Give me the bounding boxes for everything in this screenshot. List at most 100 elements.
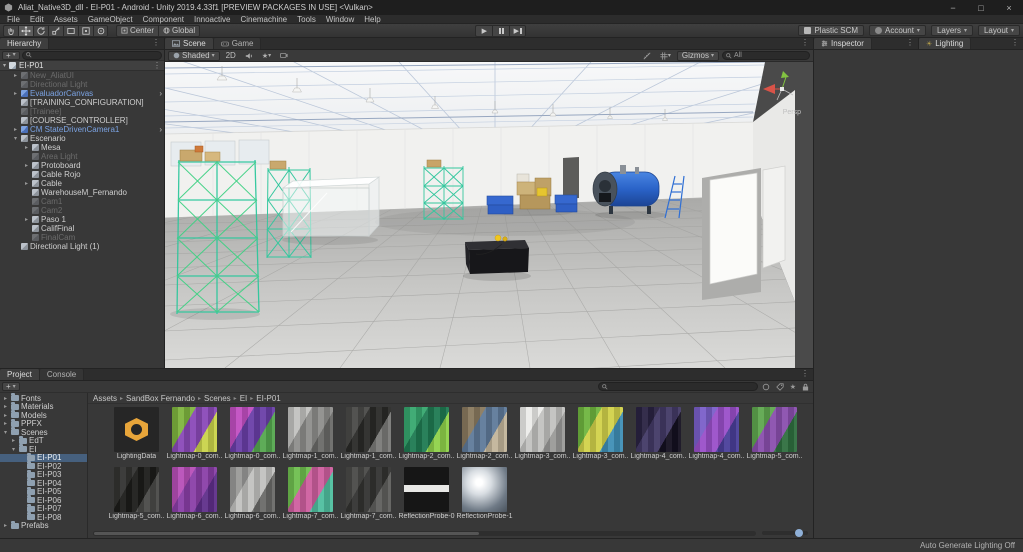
scene-header-menu-icon[interactable]: ⋮ bbox=[153, 61, 161, 70]
tab-project[interactable]: Project bbox=[0, 369, 40, 380]
scene-foldout-icon[interactable]: ▾ bbox=[3, 62, 6, 69]
layers-dropdown[interactable]: Layers ▾ bbox=[930, 25, 973, 36]
lock-icon[interactable] bbox=[800, 383, 811, 391]
hierarchy-item-protoboard[interactable]: ▸ Protoboard bbox=[0, 161, 164, 170]
hierarchy-search-field[interactable] bbox=[21, 50, 162, 60]
hierarchy-item-directional-light[interactable]: Directional Light bbox=[0, 80, 164, 89]
asset-lightmap-5-com[interactable]: Lightmap-5_com... bbox=[746, 407, 803, 464]
2d-toggle[interactable]: 2D bbox=[223, 51, 239, 61]
pivot-mode-button[interactable]: Center bbox=[116, 24, 159, 37]
custom-tool-button[interactable] bbox=[93, 24, 108, 37]
foldout-right-icon[interactable]: ▸ bbox=[2, 395, 9, 402]
menu-file[interactable]: File bbox=[2, 15, 25, 24]
horizontal-scrollbar[interactable] bbox=[93, 530, 756, 536]
window-maximize-button[interactable]: □ bbox=[967, 0, 995, 15]
foldout-right-icon[interactable]: ▸ bbox=[10, 437, 17, 444]
tab-console[interactable]: Console bbox=[39, 369, 85, 380]
breadcrumb-sandbox-fernando[interactable]: SandBox Fernando bbox=[126, 394, 195, 403]
breadcrumb-assets[interactable]: Assets bbox=[93, 394, 117, 403]
effects-dropdown[interactable]: ★ ▾ bbox=[259, 51, 274, 61]
folder-item-ei-p07[interactable]: EI-P07 bbox=[0, 503, 87, 513]
hierarchy-item-cam1[interactable]: Cam1 bbox=[0, 197, 164, 206]
hierarchy-item-training-configuration[interactable]: [TRAINING_CONFIGURATION] bbox=[0, 98, 164, 107]
hierarchy-item-evaluadorcanvas[interactable]: ▸ EvaluadorCanvas › bbox=[0, 89, 164, 98]
tab-scene[interactable]: Scene bbox=[165, 38, 214, 49]
asset-lightmap-3-com[interactable]: Lightmap-3_com... bbox=[572, 407, 629, 464]
layout-dropdown[interactable]: Layout ▾ bbox=[977, 25, 1021, 36]
pause-button[interactable] bbox=[492, 24, 510, 37]
audio-toggle[interactable] bbox=[242, 51, 256, 61]
asset-lightmap-2-com[interactable]: Lightmap-2_com... bbox=[398, 407, 455, 464]
folder-item-ei-p05[interactable]: EI-P05 bbox=[0, 486, 87, 496]
asset-lightmap-0-com[interactable]: Lightmap-0_com... bbox=[166, 407, 223, 464]
folder-item-ei-p06[interactable]: EI-P06 bbox=[0, 495, 87, 505]
project-search-field[interactable] bbox=[597, 382, 758, 391]
tab-game[interactable]: Game bbox=[213, 38, 262, 49]
menu-help[interactable]: Help bbox=[359, 15, 385, 24]
hand-tool-button[interactable] bbox=[3, 24, 18, 37]
scene-viewport[interactable]: Persp bbox=[165, 62, 813, 368]
hierarchy-scene-header[interactable]: ▾ EI-P01 ⋮ bbox=[0, 61, 164, 71]
asset-lightmap-2-com[interactable]: Lightmap-2_com... bbox=[456, 407, 513, 464]
tab-lighting[interactable]: ☀ Lighting bbox=[919, 38, 972, 49]
thumbnail-size-slider[interactable] bbox=[762, 529, 808, 537]
lighting-menu-icon[interactable]: ⋮ bbox=[1007, 37, 1023, 49]
search-by-label-icon[interactable] bbox=[774, 382, 786, 391]
pivot-rotation-button[interactable]: Global bbox=[158, 24, 201, 37]
hierarchy-item-mesa[interactable]: ▸ Mesa bbox=[0, 143, 164, 152]
account-dropdown[interactable]: Account ▾ bbox=[869, 25, 926, 36]
asset-lightmap-0-com[interactable]: Lightmap-0_com... bbox=[224, 407, 281, 464]
foldout-right-icon[interactable]: ▸ bbox=[12, 72, 19, 79]
hierarchy-item-area-light[interactable]: Area Light bbox=[0, 152, 164, 161]
breadcrumb-scenes[interactable]: Scenes bbox=[204, 394, 231, 403]
slider-knob[interactable] bbox=[795, 529, 803, 537]
prefab-open-arrow-icon[interactable]: › bbox=[159, 89, 162, 98]
hierarchy-item-course-controller[interactable]: [COURSE_CONTROLLER] bbox=[0, 116, 164, 125]
hierarchy-item-califfinal[interactable]: CalifFinal bbox=[0, 224, 164, 233]
hierarchy-item-cm-statedrivencamera1[interactable]: ▸ CM StateDrivenCamera1 › bbox=[0, 125, 164, 134]
project-panel-menu-icon[interactable]: ⋮ bbox=[797, 368, 813, 380]
folder-item-ei-p01[interactable]: EI-P01 bbox=[0, 452, 87, 462]
gizmos-dropdown[interactable]: Gizmos ▾ bbox=[676, 50, 719, 61]
asset-lightingdata[interactable]: LightingData bbox=[108, 407, 165, 464]
foldout-right-icon[interactable]: ▸ bbox=[2, 403, 9, 410]
window-minimize-button[interactable]: − bbox=[939, 0, 967, 15]
rect-tool-button[interactable] bbox=[63, 24, 78, 37]
window-close-button[interactable]: × bbox=[995, 0, 1023, 15]
folder-item-edt[interactable]: ▸ EdT bbox=[0, 435, 87, 445]
foldout-right-icon[interactable]: ▸ bbox=[23, 144, 30, 151]
hierarchy-panel-menu-icon[interactable]: ⋮ bbox=[148, 37, 164, 49]
menu-window[interactable]: Window bbox=[321, 15, 359, 24]
rotate-tool-button[interactable] bbox=[33, 24, 48, 37]
perspective-mode-label[interactable]: Persp bbox=[783, 109, 801, 116]
tab-hierarchy[interactable]: Hierarchy bbox=[0, 38, 50, 49]
asset-lightmap-5-com[interactable]: Lightmap-5_com... bbox=[108, 467, 165, 524]
foldout-right-icon[interactable]: ▸ bbox=[23, 216, 30, 223]
move-tool-button[interactable] bbox=[18, 24, 33, 37]
asset-lightmap-6-com[interactable]: Lightmap-6_com... bbox=[224, 467, 281, 524]
scrollbar-thumb[interactable] bbox=[94, 531, 479, 535]
folder-item-ei-p04[interactable]: EI-P04 bbox=[0, 478, 87, 488]
hidden-objects-toggle[interactable] bbox=[277, 51, 291, 61]
folder-item-prefabs[interactable]: ▸ Prefabs bbox=[0, 520, 87, 530]
play-button[interactable]: ▶ bbox=[475, 24, 493, 37]
hierarchy-item-cable[interactable]: ▸ Cable bbox=[0, 179, 164, 188]
asset-lightmap-7-com[interactable]: Lightmap-7_com... bbox=[282, 467, 339, 524]
foldout-down-icon[interactable]: ▾ bbox=[10, 446, 17, 453]
menu-edit[interactable]: Edit bbox=[25, 15, 49, 24]
scene-search-field[interactable]: All bbox=[722, 51, 810, 60]
foldout-right-icon[interactable]: ▸ bbox=[23, 180, 30, 187]
menu-tools[interactable]: Tools bbox=[292, 15, 321, 24]
folder-item-scenes[interactable]: ▾ Scenes bbox=[0, 427, 87, 437]
scale-tool-button[interactable] bbox=[48, 24, 63, 37]
hierarchy-item-escenario[interactable]: ▾ Escenario bbox=[0, 134, 164, 143]
asset-reflectionprobe-0[interactable]: ReflectionProbe-0 bbox=[398, 467, 455, 524]
prefab-open-arrow-icon[interactable]: › bbox=[159, 125, 162, 134]
menu-innoactive[interactable]: Innoactive bbox=[189, 15, 235, 24]
hierarchy-item-new-aliatui[interactable]: ▸ New_AliatUI bbox=[0, 71, 164, 80]
hierarchy-item-paso-1[interactable]: ▸ Paso 1 bbox=[0, 215, 164, 224]
breadcrumb-ei[interactable]: EI bbox=[240, 394, 248, 403]
foldout-down-icon[interactable]: ▾ bbox=[12, 135, 19, 142]
scene-3d-render[interactable] bbox=[165, 62, 813, 368]
folder-item-ei[interactable]: ▾ EI bbox=[0, 444, 87, 454]
